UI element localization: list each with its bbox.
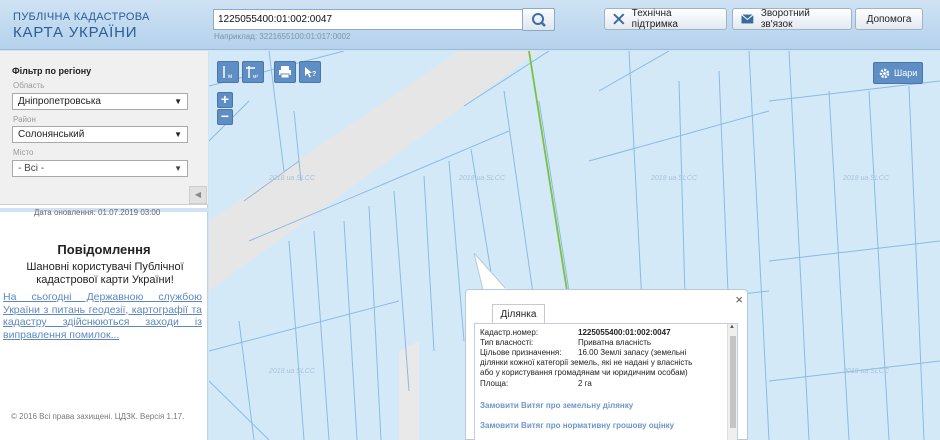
cadnum-value: 1225055400:01:002:0047 <box>578 328 671 337</box>
brand-line2: КАРТА УКРАЇНИ <box>13 24 138 41</box>
map-watermark: 2018 ua SLCC <box>459 175 505 182</box>
zoom-out-button[interactable]: − <box>217 109 233 125</box>
chevron-down-icon: ▼ <box>174 130 182 139</box>
popup-scrollbar[interactable]: ▲ <box>727 324 737 440</box>
map-watermark: 2018 ua SLCC <box>843 175 889 182</box>
search-input[interactable] <box>213 9 523 30</box>
tab-parcel[interactable]: Ділянка <box>492 304 545 324</box>
ownership-value: Приватна власність <box>578 338 652 347</box>
notice-text: Шановні користувачі Публічної кадастрово… <box>26 261 184 286</box>
sidebar: Фільтр по регіону Область Дніпропетровсь… <box>0 51 208 440</box>
close-icon[interactable]: × <box>735 292 743 307</box>
envelope-icon <box>741 14 754 24</box>
svg-text:м: м <box>228 74 232 79</box>
map-view[interactable]: 2018 ua SLCC 2018 ua SLCC 2018 ua SLCC 2… <box>209 51 940 440</box>
parcel-popup: × Ділянка Кадастр.номер: 1225055400:01:0… <box>465 289 748 440</box>
oblast-label: Область <box>13 81 45 90</box>
brand-line1: ПУБЛІЧНА КАДАСТРОВА <box>13 11 150 23</box>
svg-text:?: ? <box>312 71 316 78</box>
area-row: Площа: 2 га <box>480 379 592 388</box>
raion-value: Солонянський <box>18 129 85 140</box>
help-button-label: Допомога <box>866 13 912 25</box>
search-button[interactable] <box>522 8 555 31</box>
svg-text:м²: м² <box>253 74 258 79</box>
oblast-select[interactable]: Дніпропетровська ▼ <box>12 93 188 110</box>
city-value: - Всі - <box>18 163 45 174</box>
feedback-button-label: Зворотний зв'язок <box>760 8 810 30</box>
help-pointer-icon: ? <box>305 67 316 78</box>
identify-button[interactable]: ? <box>299 61 321 83</box>
help-button[interactable]: Допомога <box>855 8 923 30</box>
scroll-up-icon[interactable]: ▲ <box>729 324 735 330</box>
map-watermark: 2018 ua SLCC <box>651 175 697 182</box>
brand-logo[interactable]: ПУБЛІЧНА КАДАСТРОВА КАРТА УКРАЇНИ <box>13 11 150 41</box>
support-button-label: Технічна підтримка <box>631 8 678 30</box>
map-watermark: 2018 ua SLCC <box>269 175 315 182</box>
ruler-m-icon: м <box>223 66 232 79</box>
raion-select[interactable]: Солонянський ▼ <box>12 126 188 143</box>
tools-icon <box>613 13 625 25</box>
order-extract-link[interactable]: Замовити Витяг про земельну ділянку <box>480 401 633 410</box>
area-value: 2 га <box>578 379 592 388</box>
zoom-in-button[interactable]: + <box>217 92 233 108</box>
area-label: Площа: <box>480 379 509 388</box>
layers-button[interactable]: Шари <box>873 62 924 84</box>
gear-icon <box>879 68 890 78</box>
collapse-sidebar-button[interactable]: ◀ <box>189 186 207 204</box>
filter-title: Фільтр по регіону <box>12 66 92 76</box>
copyright: © 2016 Всі права захищені. ЦДЗК. Версія … <box>11 412 185 421</box>
cadnum-row: Кадастр.номер: 1225055400:01:002:0047 <box>480 328 671 337</box>
parcel-info: Кадастр.номер: 1225055400:01:002:0047 Ти… <box>474 323 738 440</box>
notice-title: Повідомлення <box>57 242 151 257</box>
search-icon <box>532 13 546 27</box>
update-date: Дата оновлення: 01.07.2019 03:00 <box>34 208 161 217</box>
ownership-label: Тип власності: <box>480 338 534 347</box>
city-select[interactable]: - Всі - ▼ <box>12 160 188 177</box>
notice-link[interactable]: На сьогодні Державною службою України з … <box>3 291 202 341</box>
chevron-down-icon: ▼ <box>174 97 182 106</box>
city-label: Місто <box>13 148 34 157</box>
chevron-down-icon: ▼ <box>174 164 182 173</box>
raion-label: Район <box>13 115 36 124</box>
oblast-value: Дніпропетровська <box>18 96 101 107</box>
popup-pointer <box>473 253 509 291</box>
header: ПУБЛІЧНА КАДАСТРОВА КАРТА УКРАЇНИ Наприк… <box>0 0 940 50</box>
search-hint: Наприклад: 3221655100:01:017:0002 <box>214 32 351 41</box>
map-watermark: 2018 ua SLCC <box>269 368 315 375</box>
purpose-row: Цільове призначення: 16.00 Землі запасу … <box>480 348 686 357</box>
print-icon <box>279 66 291 79</box>
map-watermark: 2018 ua SLCC <box>843 368 889 375</box>
ownership-row: Тип власності: Приватна власність <box>480 338 651 347</box>
scrollbar-thumb[interactable] <box>730 336 736 428</box>
feedback-button[interactable]: Зворотний зв'язок <box>732 8 852 30</box>
cadnum-label: Кадастр.номер: <box>480 328 539 337</box>
purpose-value-line2: ділянки кожної категорії земель, які не … <box>480 358 693 367</box>
purpose-label: Цільове призначення: <box>480 348 562 357</box>
order-valuation-link[interactable]: Замовити Витяг про нормативну грошову оц… <box>480 421 674 430</box>
region-filter: Фільтр по регіону Область Дніпропетровсь… <box>0 51 208 205</box>
purpose-value-line1: 16.00 Землі запасу (земельні <box>578 348 687 357</box>
ruler-m2-icon: м² <box>246 66 258 79</box>
purpose-value-line3: або у користування громадянам чи юридичн… <box>480 368 688 377</box>
layers-label: Шари <box>894 68 918 78</box>
support-button[interactable]: Технічна підтримка <box>604 8 727 30</box>
ruler-m2-button[interactable]: м² <box>242 61 264 83</box>
ruler-m-button[interactable]: м <box>217 61 239 83</box>
print-button[interactable] <box>274 61 296 83</box>
